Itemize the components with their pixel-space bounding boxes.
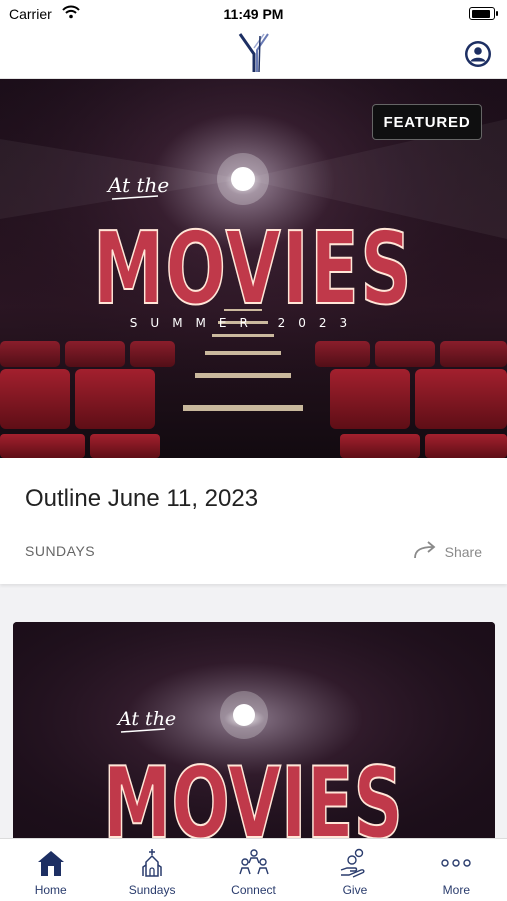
battery-icon [469,7,498,20]
share-label: Share [444,543,482,560]
tab-label: Home [34,883,67,897]
hero-script-text: At the [106,173,169,197]
hero-main-text: MOVIES [93,210,413,327]
card-category: SUNDAYS [25,543,96,559]
featured-image[interactable]: At the MOVIES SUMMER 2023 FEATURED [0,79,507,458]
people-icon [238,847,270,879]
app-header [0,28,507,79]
tab-sundays[interactable]: Sundays [101,839,202,901]
user-profile-icon[interactable] [464,40,492,68]
clock: 11:49 PM [223,6,284,22]
tab-label: Sundays [128,883,176,897]
tab-label: More [442,883,470,897]
tab-home[interactable]: Home [0,839,101,901]
tab-connect[interactable]: Connect [203,839,304,901]
share-button[interactable]: Share [413,541,482,562]
tab-bar: Home Sundays Connect Give More [0,838,507,901]
tab-give[interactable]: Give [304,839,405,901]
share-arrow-icon [413,541,437,562]
card-script-text: At the [116,708,176,730]
card-title[interactable]: Outline June 11, 2023 [25,485,258,513]
card-image[interactable]: At the MOVIES [13,622,495,852]
card-main-text: MOVIES [103,747,403,852]
more-dots-icon [440,847,472,879]
tab-label: Connect [231,883,276,897]
featured-badge: FEATURED [372,104,482,140]
church-icon [136,847,168,879]
give-icon [339,847,371,879]
status-bar: Carrier 11:49 PM [0,0,507,28]
home-icon [35,847,67,879]
hero-sub-text: SUMMER 2023 [130,316,360,330]
church-logo-icon[interactable] [238,32,270,74]
tab-more[interactable]: More [406,839,507,901]
featured-card[interactable]: At the MOVIES SUMMER 2023 FEATURED Outli… [0,79,507,584]
content-card[interactable]: At the MOVIES [13,622,495,852]
tab-label: Give [342,883,368,897]
